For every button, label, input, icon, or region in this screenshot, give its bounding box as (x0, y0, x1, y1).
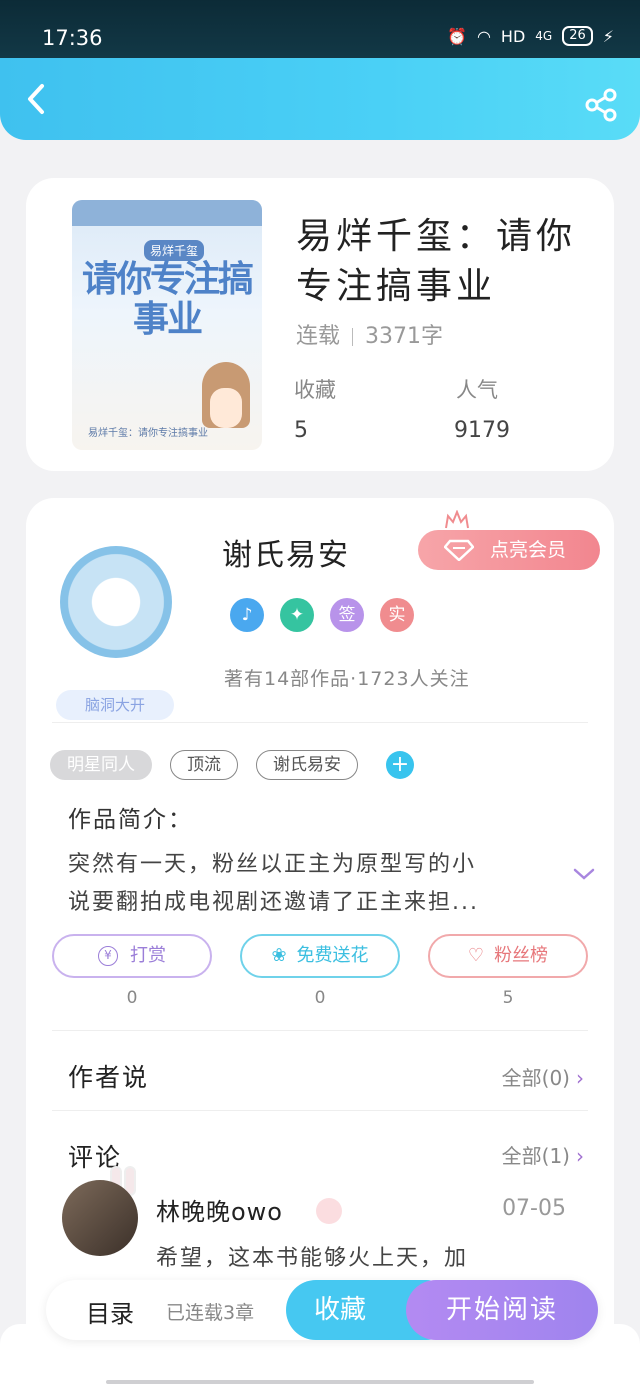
network-label: HD (500, 26, 526, 46)
cover-title: 请你专注搞事业 (82, 259, 254, 340)
vip-button[interactable]: 点亮会员 (418, 530, 600, 570)
charging-icon: ⚡ (602, 26, 614, 46)
popularity-value: 9179 (454, 418, 510, 443)
author-avatar[interactable] (60, 546, 172, 658)
chevron-right-icon: › (576, 1144, 584, 1168)
alarm-icon: ⏰ (447, 26, 467, 46)
coin-icon: ¥ (98, 946, 118, 966)
commenter-avatar[interactable] (62, 1180, 138, 1256)
intro-title: 作品简介： (68, 807, 193, 833)
book-meta: 连载 3371字 (296, 318, 443, 350)
flower-icon: ❀ (271, 945, 287, 966)
author-medals: ♪ ✦ 签 实 (230, 598, 414, 632)
cover-subtitle: 易烊千玺：请你专注搞事业 (88, 428, 208, 439)
signal-label: 4G (535, 29, 553, 43)
divider (52, 1110, 588, 1111)
chevron-right-icon: › (576, 1066, 584, 1090)
status-icons: ⏰ ◠ HD 4G 26 ⚡ (447, 26, 614, 46)
cover-character (202, 362, 250, 428)
meta-separator (352, 328, 354, 346)
author-says-more-label: 全部(0) (501, 1066, 570, 1090)
book-title: 易烊千玺：请你专注搞事业 (296, 216, 577, 307)
author-badge: 脑洞大开 (56, 690, 174, 720)
send-flower-button[interactable]: ❀ 免费送花 (240, 934, 400, 978)
book-info-card: 易烊千玺 请你专注搞事业 易烊千玺：请你专注搞事业 易烊千玺：请你专注搞事业 连… (26, 178, 614, 471)
tip-button[interactable]: ¥ 打赏 (52, 934, 212, 978)
handshake-medal-icon[interactable]: ✦ (280, 598, 314, 632)
start-reading-button[interactable]: 开始阅读 (406, 1280, 598, 1340)
tag-list: 明星同人 顶流 谢氏易安 + (50, 750, 414, 780)
verified-medal-icon[interactable]: 实 (380, 598, 414, 632)
serial-status: 已连载3章 (166, 1302, 255, 1324)
book-status: 连载 (296, 324, 341, 349)
tag-item[interactable]: 明星同人 (50, 750, 152, 780)
comments-more-label: 全部(1) (501, 1144, 570, 1168)
divider (52, 1030, 588, 1031)
tag-item[interactable]: 谢氏易安 (256, 750, 358, 780)
battery-icon: 26 (562, 26, 593, 46)
comment-date: 07-05 (502, 1196, 566, 1221)
author-says-title: 作者说 (68, 1063, 150, 1092)
tag-item[interactable]: 顶流 (170, 750, 238, 780)
status-bar: 17:36 ⏰ ◠ HD 4G 26 ⚡ (0, 0, 640, 58)
vip-button-label: 点亮会员 (490, 539, 567, 561)
add-tag-icon[interactable]: + (386, 751, 414, 779)
cover-band (72, 200, 262, 226)
divider (52, 722, 588, 723)
book-detail-card: 脑洞大开 谢氏易安 点亮会员 ♪ ✦ 签 实 著有14部作品·1723人关注 明… (26, 498, 614, 1387)
book-cover[interactable]: 易烊千玺 请你专注搞事业 易烊千玺：请你专注搞事业 (72, 200, 262, 450)
favorites-value: 5 (294, 418, 308, 443)
fan-count: 5 (502, 988, 514, 1008)
tip-button-label: 打赏 (130, 945, 166, 966)
top-nav-bar (0, 58, 640, 140)
diamond-icon (444, 539, 474, 561)
catalog-button[interactable]: 目录 (86, 1294, 134, 1329)
author-says-more[interactable]: 全部(0) › (502, 1062, 584, 1091)
bottom-action-bar: 目录 已连载3章 收藏 开始阅读 (46, 1280, 598, 1340)
music-medal-icon[interactable]: ♪ (230, 598, 264, 632)
author-works: 著有14部作品·1723人关注 (224, 668, 470, 690)
cover-small-label: 易烊千玺 (144, 240, 205, 261)
crown-icon (445, 510, 469, 529)
intro-line-1: 突然有一天，粉丝以正主为原型写的小 (68, 852, 477, 877)
flower-count: 0 (314, 988, 326, 1008)
favorites-label: 收藏 (294, 378, 336, 402)
fan-ranking-label: 粉丝榜 (494, 945, 549, 966)
share-icon[interactable] (584, 88, 618, 122)
user-heart-icon: ♡ (467, 945, 485, 966)
signed-medal-icon[interactable]: 签 (330, 598, 364, 632)
comments-more[interactable]: 全部(1) › (502, 1140, 584, 1169)
intro-text: 突然有一天，粉丝以正主为原型写的小 说要翻拍成电视剧还邀请了正主来担... (68, 846, 568, 922)
book-word-count: 3371字 (365, 324, 444, 349)
chevron-down-icon[interactable] (572, 866, 596, 882)
commenter-name[interactable]: 林晚晚owo (156, 1192, 283, 1227)
home-indicator (106, 1380, 534, 1384)
back-icon[interactable] (20, 82, 54, 116)
wifi-icon: ◠ (476, 26, 491, 46)
status-time: 17:36 (42, 26, 103, 50)
popularity-label: 人气 (456, 378, 498, 402)
send-flower-label: 免费送花 (296, 945, 369, 966)
vip-diamond-icon (316, 1198, 342, 1224)
author-name[interactable]: 谢氏易安 (222, 530, 350, 574)
intro-line-2: 说要翻拍成电视剧还邀请了正主来担... (68, 890, 479, 915)
comment-text[interactable]: 希望，这本书能够火上天，加 (156, 1240, 468, 1272)
fan-ranking-button[interactable]: ♡ 粉丝榜 (428, 934, 588, 978)
tip-count: 0 (126, 988, 138, 1008)
